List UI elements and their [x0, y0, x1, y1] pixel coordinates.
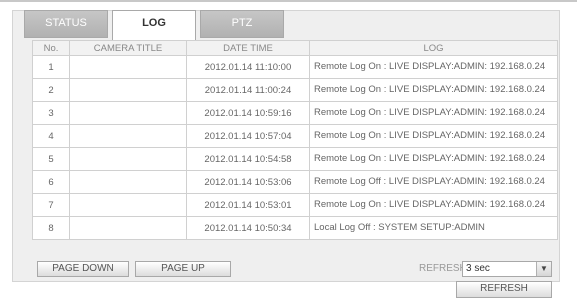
table-row: 7 2012.01.14 10:53:01 Remote Log On : LI…: [32, 193, 558, 217]
cell-no: 5: [32, 147, 70, 171]
cell-no: 1: [32, 55, 70, 79]
cell-camera-title: [69, 55, 187, 79]
header-no: No.: [32, 40, 70, 56]
cell-log: Remote Log On : LIVE DISPLAY:ADMIN: 192.…: [309, 147, 558, 171]
header-camera-title: CAMERA TITLE: [69, 40, 187, 56]
log-table: No. CAMERA TITLE DATE TIME LOG 1 2012.01…: [32, 40, 558, 240]
cell-log: Remote Log On : LIVE DISPLAY:ADMIN: 192.…: [309, 55, 558, 79]
table-header-row: No. CAMERA TITLE DATE TIME LOG: [32, 40, 558, 56]
cell-log: Remote Log Off : LIVE DISPLAY:ADMIN: 192…: [309, 170, 558, 194]
header-date-time: DATE TIME: [186, 40, 310, 56]
cell-no: 3: [32, 101, 70, 125]
cell-no: 4: [32, 124, 70, 148]
chevron-down-icon[interactable]: ▼: [536, 262, 551, 276]
cell-log: Local Log Off : SYSTEM SETUP:ADMIN: [309, 216, 558, 240]
cell-no: 7: [32, 193, 70, 217]
refresh-button[interactable]: REFRESH: [456, 281, 552, 298]
cell-date-time: 2012.01.14 10:53:06: [186, 170, 310, 194]
tab-status[interactable]: STATUS: [24, 10, 108, 38]
cell-camera-title: [69, 193, 187, 217]
cell-camera-title: [69, 101, 187, 125]
cell-camera-title: [69, 78, 187, 102]
cell-camera-title: [69, 147, 187, 171]
cell-date-time: 2012.01.14 10:50:34: [186, 216, 310, 240]
cell-camera-title: [69, 216, 187, 240]
page-up-button[interactable]: PAGE UP: [135, 261, 231, 277]
cell-no: 2: [32, 78, 70, 102]
table-row: 2 2012.01.14 11:00:24 Remote Log On : LI…: [32, 78, 558, 102]
cell-date-time: 2012.01.14 10:54:58: [186, 147, 310, 171]
cell-log: Remote Log On : LIVE DISPLAY:ADMIN: 192.…: [309, 78, 558, 102]
cell-date-time: 2012.01.14 10:53:01: [186, 193, 310, 217]
cell-camera-title: [69, 170, 187, 194]
cell-log: Remote Log On : LIVE DISPLAY:ADMIN: 192.…: [309, 101, 558, 125]
cell-log: Remote Log On : LIVE DISPLAY:ADMIN: 192.…: [309, 193, 558, 217]
cell-no: 6: [32, 170, 70, 194]
table-row: 6 2012.01.14 10:53:06 Remote Log Off : L…: [32, 170, 558, 194]
cell-log: Remote Log On : LIVE DISPLAY:ADMIN: 192.…: [309, 124, 558, 148]
top-divider: [0, 0, 577, 2]
header-log: LOG: [309, 40, 558, 56]
cell-camera-title: [69, 124, 187, 148]
tab-log[interactable]: LOG: [112, 10, 196, 40]
refresh-interval-label: REFRESH: [419, 263, 467, 274]
table-row: 3 2012.01.14 10:59:16 Remote Log On : LI…: [32, 101, 558, 125]
table-row: 5 2012.01.14 10:54:58 Remote Log On : LI…: [32, 147, 558, 171]
page-down-button[interactable]: PAGE DOWN: [37, 261, 129, 277]
table-row: 4 2012.01.14 10:57:04 Remote Log On : LI…: [32, 124, 558, 148]
cell-date-time: 2012.01.14 10:59:16: [186, 101, 310, 125]
cell-no: 8: [32, 216, 70, 240]
table-row: 1 2012.01.14 11:10:00 Remote Log On : LI…: [32, 55, 558, 79]
table-row: 8 2012.01.14 10:50:34 Local Log Off : SY…: [32, 216, 558, 240]
refresh-interval-select[interactable]: 3 sec ▼: [462, 261, 552, 277]
cell-date-time: 2012.01.14 11:10:00: [186, 55, 310, 79]
tab-ptz[interactable]: PTZ: [200, 10, 284, 38]
cell-date-time: 2012.01.14 10:57:04: [186, 124, 310, 148]
cell-date-time: 2012.01.14 11:00:24: [186, 78, 310, 102]
refresh-interval-value: 3 sec: [466, 263, 490, 274]
